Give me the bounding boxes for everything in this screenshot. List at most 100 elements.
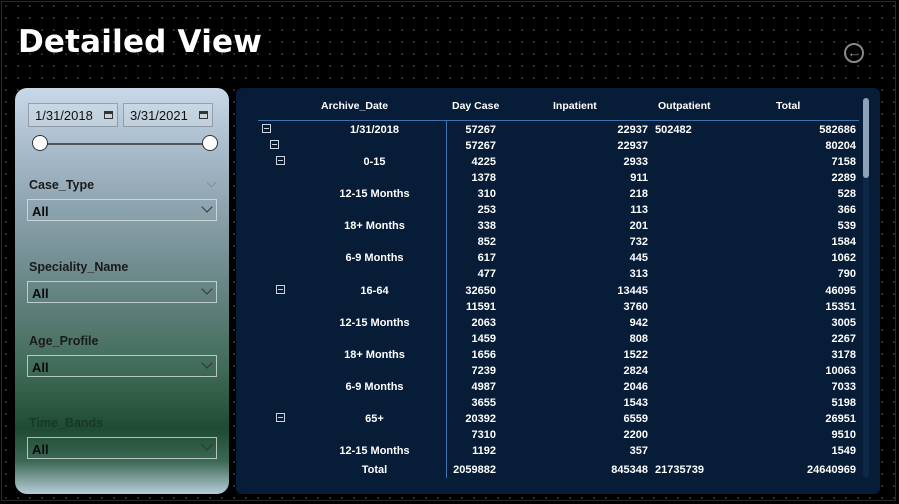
collapse-icon[interactable]: [262, 124, 271, 133]
total-inpatient: 845348: [611, 464, 648, 476]
end-date-value: 3/31/2021: [130, 108, 188, 123]
row-label: 16-64: [360, 284, 389, 297]
cell-total: 1062: [831, 252, 856, 265]
cell-inpatient: 942: [629, 316, 648, 329]
table-row: 16-64 32650 13445 46095: [0, 284, 899, 301]
row-label: 0-15: [363, 156, 386, 169]
cell-total: 2289: [831, 172, 856, 185]
cell-day-case: 57267: [465, 124, 496, 136]
total-outpatient: 21735739: [655, 464, 704, 476]
table-row: 6-9 Months 4987 2046 7033: [0, 381, 899, 397]
collapse-icon[interactable]: [276, 156, 285, 166]
cell-total: 80204: [825, 140, 856, 153]
cell-inpatient: 1543: [623, 396, 648, 409]
cell-total: 46095: [825, 284, 856, 297]
table-row: 65+ 20392 6559 26951: [0, 412, 899, 429]
header-divider: [258, 120, 859, 121]
cell-inpatient: 13445: [617, 284, 648, 297]
cell-inpatient: 201: [629, 220, 648, 233]
cell-day-case: 617: [477, 252, 496, 265]
table-row: 18+ Months 338 201 539: [0, 220, 899, 236]
cell-day-case: 20392: [465, 412, 496, 425]
cell-day-case: 1459: [471, 332, 496, 345]
cell-day-case: 1378: [471, 172, 496, 185]
table-row: 11591 3760 15351: [0, 301, 899, 317]
table-row: 253 113 366: [0, 204, 899, 220]
table-row: 852 732 1584: [0, 236, 899, 252]
cell-total: 528: [837, 188, 856, 201]
total-total: 24640969: [807, 464, 856, 476]
start-date-value: 1/31/2018: [35, 108, 93, 123]
cell-day-case: 7239: [471, 364, 496, 377]
collapse-icon[interactable]: [276, 412, 285, 422]
table-row: 18+ Months 1656 1522 3178: [0, 349, 899, 365]
cell-inpatient: 3760: [623, 300, 648, 313]
row-label: 12-15 Months: [339, 445, 410, 457]
cell-day-case: 4987: [471, 380, 496, 393]
column-header-day-case[interactable]: Day Case: [452, 100, 499, 112]
cell-inpatient: 113: [630, 204, 648, 217]
row-label: 6-9 Months: [345, 380, 404, 393]
cell-total: 9510: [831, 428, 856, 441]
calendar-icon[interactable]: [199, 111, 208, 119]
cell-inpatient: 313: [629, 268, 648, 281]
cell-inpatient: 911: [630, 172, 648, 185]
table-row: 12-15 Months 310 218 528: [0, 188, 899, 204]
cell-inpatient: 6559: [623, 412, 648, 425]
column-header-inpatient[interactable]: Inpatient: [553, 100, 597, 112]
cell-total: 15351: [825, 300, 856, 313]
cell-total: 790: [837, 268, 856, 281]
cell-inpatient: 2200: [623, 428, 648, 441]
table-row: 1/31/2018 57267 22937 502482 582686: [0, 124, 899, 140]
cell-day-case: 338: [477, 220, 496, 233]
table-row: 1459 808 2267: [0, 333, 899, 349]
column-header-archive-date[interactable]: Archive_Date: [321, 100, 388, 112]
cell-total: 3178: [831, 348, 856, 361]
cell-day-case: 32650: [465, 284, 496, 297]
cell-inpatient: 2046: [623, 380, 648, 393]
cell-day-case: 57267: [465, 140, 496, 153]
cell-inpatient: 2824: [623, 364, 648, 377]
cell-total: 1584: [831, 236, 856, 249]
row-label: 1/31/2018: [350, 124, 399, 136]
row-label: 18+ Months: [344, 220, 405, 233]
cell-inpatient: 732: [629, 236, 648, 249]
cell-inpatient: 1522: [623, 348, 648, 361]
cell-day-case: 4225: [471, 156, 496, 169]
column-header-total[interactable]: Total: [776, 100, 800, 112]
cell-day-case: 477: [477, 268, 496, 281]
row-label: 6-9 Months: [345, 252, 404, 265]
collapse-icon[interactable]: [276, 284, 285, 294]
cell-day-case: 3655: [471, 396, 496, 409]
table-row: 12-15 Months 2063 942 3005: [0, 317, 899, 333]
column-header-outpatient[interactable]: Outpatient: [658, 100, 711, 112]
cell-total: 539: [837, 220, 856, 233]
cell-day-case: 1192: [472, 445, 496, 457]
cell-inpatient: 22937: [617, 140, 648, 153]
scrollbar-thumb[interactable]: [863, 98, 869, 178]
cell-inpatient: 22937: [617, 124, 648, 136]
table-row: 477 313 790: [0, 268, 899, 284]
table-row: 1378 911 2289: [0, 172, 899, 188]
cell-outpatient: 502482: [655, 124, 692, 136]
cell-day-case: 852: [477, 236, 496, 249]
table-row: 3655 1543 5198: [0, 397, 899, 413]
cell-total: 366: [837, 204, 856, 217]
table-row: 0-15 4225 2933 7158: [0, 156, 899, 172]
cell-day-case: 11591: [466, 300, 496, 313]
table-row: 7310 2200 9510: [0, 429, 899, 445]
row-label: 12-15 Months: [339, 188, 410, 201]
cell-total: 1549: [831, 445, 856, 457]
page-title: Detailed View: [18, 24, 263, 60]
cell-inpatient: 218: [629, 188, 648, 201]
total-row: Total 2059882 845348 21735739 24640969: [0, 464, 899, 480]
calendar-icon[interactable]: [104, 111, 113, 119]
row-label: 12-15 Months: [339, 316, 410, 329]
table-row: 12-15 Months 1192 357 1549: [0, 445, 899, 461]
collapse-icon[interactable]: [270, 140, 279, 150]
cell-total: 10063: [825, 364, 856, 377]
cell-day-case: 253: [477, 204, 496, 217]
back-arrow-icon[interactable]: ←: [844, 43, 864, 63]
cell-day-case: 1656: [471, 348, 496, 361]
cell-total: 26951: [825, 412, 856, 425]
